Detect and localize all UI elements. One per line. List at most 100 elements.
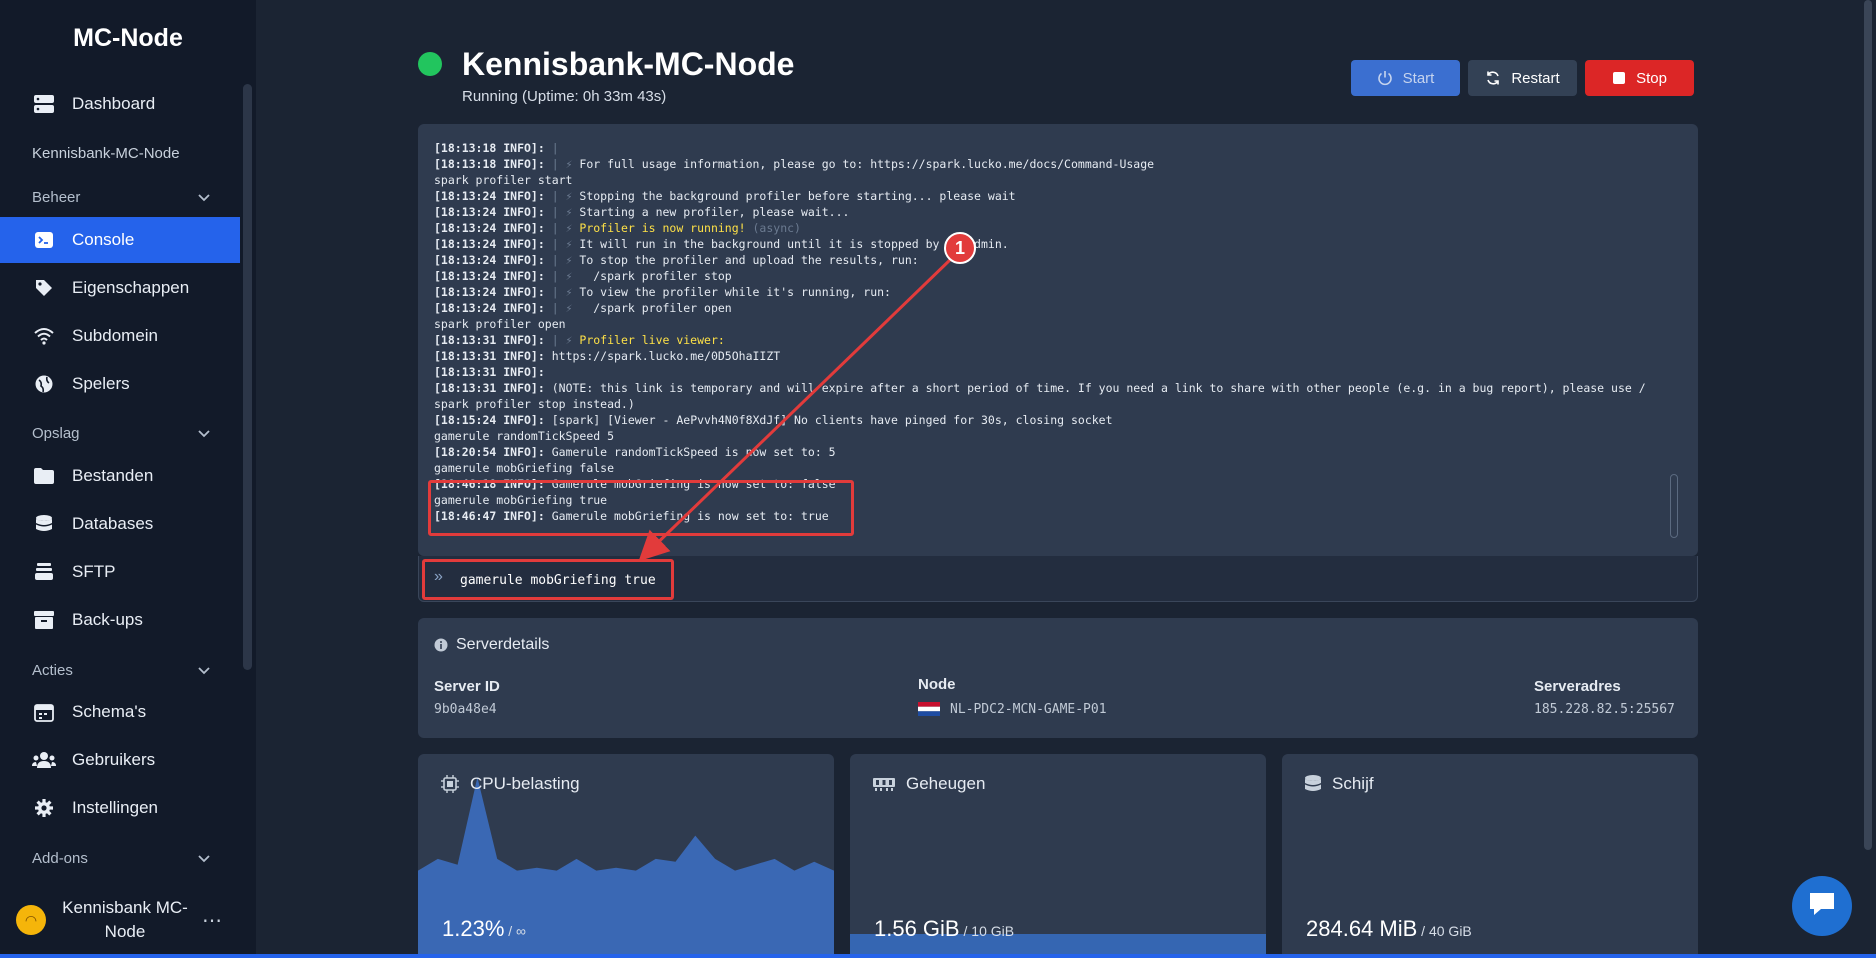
console-timestamp: [18:13:18 INFO]: xyxy=(434,141,545,155)
sidebar-item-label: Eigenschappen xyxy=(72,278,190,297)
cpu-card-title: CPU-belasting xyxy=(440,774,580,794)
cpu-value: 1.23% / ∞ xyxy=(442,916,526,942)
section-acties[interactable]: Acties xyxy=(32,662,210,679)
sidebar-item-gebruikers[interactable]: Gebruikers xyxy=(0,737,240,783)
server-id-value: 9b0a48e4 xyxy=(434,702,497,717)
console-prefix: | ⚡ xyxy=(544,237,580,251)
console-line: [18:13:24 INFO]: | ⚡ Profiler is now run… xyxy=(434,220,1674,236)
memory-title-text: Geheugen xyxy=(906,774,986,793)
console-timestamp: [18:13:31 INFO]: xyxy=(434,333,545,347)
console-line: [18:13:24 INFO]: | ⚡ To stop the profile… xyxy=(434,252,1674,268)
console-prefix: | xyxy=(544,141,566,155)
section-opslag[interactable]: Opslag xyxy=(32,425,210,442)
sidebar-item-label: Console xyxy=(72,230,135,249)
console-text: /spark profiler open xyxy=(579,301,732,315)
start-button[interactable]: Start xyxy=(1351,60,1460,96)
wifi-icon xyxy=(32,324,56,348)
sidebar-item-label: Schema's xyxy=(72,702,147,721)
console-timestamp: [18:13:31 INFO]: xyxy=(434,381,545,395)
sidebar-item-label: Subdomein xyxy=(72,326,159,345)
console-line: [18:13:24 INFO]: | ⚡ Stopping the backgr… xyxy=(434,188,1674,204)
console-text: spark profiler stop instead.) xyxy=(434,397,635,411)
chat-button[interactable] xyxy=(1792,876,1852,936)
layers-icon xyxy=(32,560,56,584)
console-prefix: | ⚡ xyxy=(544,205,580,219)
sidebar-item-label: Instellingen xyxy=(72,798,159,817)
disk-value-number: 284.64 MiB xyxy=(1306,916,1418,941)
console-line: [18:13:31 INFO]: (NOTE: this link is tem… xyxy=(434,380,1674,396)
cpu-card: CPU-belasting 1.23% / ∞ xyxy=(418,754,834,958)
sidebar-item-sftp[interactable]: SFTP xyxy=(0,549,240,595)
disk-card-title: Schijf xyxy=(1304,774,1374,794)
annotation-highlight-input xyxy=(422,559,674,600)
disk-value: 284.64 MiB / 40 GiB xyxy=(1306,916,1472,942)
console-text: spark profiler start xyxy=(434,173,573,187)
disk-card: Schijf 284.64 MiB / 40 GiB xyxy=(1282,754,1698,958)
sidebar: MC-Node Dashboard Kennisbank-MC-Node Beh… xyxy=(0,0,256,958)
section-label: Add-ons xyxy=(32,850,88,867)
sidebar-item-backups[interactable]: Back-ups xyxy=(0,597,240,643)
sidebar-item-spelers[interactable]: Spelers xyxy=(0,361,240,407)
memory-icon xyxy=(872,776,896,792)
restart-button[interactable]: Restart xyxy=(1468,60,1577,96)
server-name-label: Kennisbank-MC-Node xyxy=(32,145,180,162)
console-line: [18:13:31 INFO]: xyxy=(434,364,1674,380)
sidebar-item-dashboard[interactable]: Dashboard xyxy=(0,81,240,127)
console-prefix xyxy=(545,413,552,427)
user-menu[interactable]: ◠ Kennisbank MC-Node ⋯ xyxy=(16,892,242,948)
console-text: gamerule randomTickSpeed 5 xyxy=(434,429,615,443)
section-beheer[interactable]: Beheer xyxy=(32,189,210,206)
console-line: [18:13:24 INFO]: | ⚡ /spark profiler ope… xyxy=(434,300,1674,316)
console-text: Starting a new profiler, please wait... xyxy=(579,205,850,219)
console-text: /spark profiler stop xyxy=(579,269,732,283)
console-text: Profiler live viewer: xyxy=(579,333,725,347)
sidebar-item-instellingen[interactable]: Instellingen xyxy=(0,785,240,831)
sidebar-item-label: Spelers xyxy=(72,374,130,393)
memory-value-max: / 10 GiB xyxy=(959,923,1015,939)
sidebar-item-schemas[interactable]: Schema's xyxy=(0,689,240,735)
section-addons[interactable]: Add-ons xyxy=(32,850,210,867)
console-timestamp: [18:13:24 INFO]: xyxy=(434,189,545,203)
folder-icon xyxy=(32,464,56,488)
console-prefix: | ⚡ xyxy=(544,333,580,347)
sidebar-item-eigenschappen[interactable]: Eigenschappen xyxy=(0,265,240,311)
sidebar-item-databases[interactable]: Databases xyxy=(0,501,240,547)
section-label: Beheer xyxy=(32,189,81,206)
memory-value: 1.56 GiB / 10 GiB xyxy=(874,916,1014,942)
server-icon xyxy=(32,92,56,116)
details-title: Serverdetails xyxy=(434,636,549,654)
page-scrollbar[interactable] xyxy=(1864,0,1872,850)
node-value: NL-PDC2-MCN-GAME-P01 xyxy=(950,702,1107,717)
section-label: Opslag xyxy=(32,425,80,442)
sidebar-item-console[interactable]: Console xyxy=(0,217,240,263)
console-timestamp: [18:13:24 INFO]: xyxy=(434,221,545,235)
memory-value-number: 1.56 GiB xyxy=(874,916,960,941)
chevron-down-icon xyxy=(198,850,210,867)
chevron-down-icon xyxy=(198,425,210,442)
console-line: [18:13:31 INFO]: | ⚡ Profiler live viewe… xyxy=(434,332,1674,348)
chevron-down-icon xyxy=(198,189,210,206)
tag-icon xyxy=(32,276,56,300)
console-timestamp: [18:13:24 INFO]: xyxy=(434,253,545,267)
start-label: Start xyxy=(1402,69,1435,87)
sidebar-item-bestanden[interactable]: Bestanden xyxy=(0,453,240,499)
sidebar-scrollbar[interactable] xyxy=(243,84,252,670)
address-value[interactable]: 185.228.82.5:25567 xyxy=(1534,702,1675,717)
console-prefix: | ⚡ xyxy=(544,189,580,203)
sidebar-item-label: Databases xyxy=(72,514,154,533)
stop-button[interactable]: Stop xyxy=(1585,60,1694,96)
console-prefix xyxy=(545,381,552,395)
console-line: [18:13:24 INFO]: | ⚡ /spark profiler sto… xyxy=(434,268,1674,284)
more-options-icon[interactable]: ⋯ xyxy=(202,908,222,933)
console-line: [18:13:18 INFO]: | xyxy=(434,140,1674,156)
gear-icon xyxy=(32,796,56,820)
console-line: [18:13:31 INFO]: https://spark.lucko.me/… xyxy=(434,348,1674,364)
disk-title-text: Schijf xyxy=(1332,774,1374,793)
console-scrollbar[interactable] xyxy=(1670,474,1678,538)
console-prefix: | ⚡ xyxy=(544,253,580,267)
console-line: [18:13:24 INFO]: | ⚡ Starting a new prof… xyxy=(434,204,1674,220)
sidebar-item-label: Dashboard xyxy=(72,94,156,113)
brand-logo[interactable]: MC-Node xyxy=(0,24,256,53)
sidebar-item-subdomein[interactable]: Subdomein xyxy=(0,313,240,359)
console-line: gamerule mobGriefing false xyxy=(434,460,1674,476)
